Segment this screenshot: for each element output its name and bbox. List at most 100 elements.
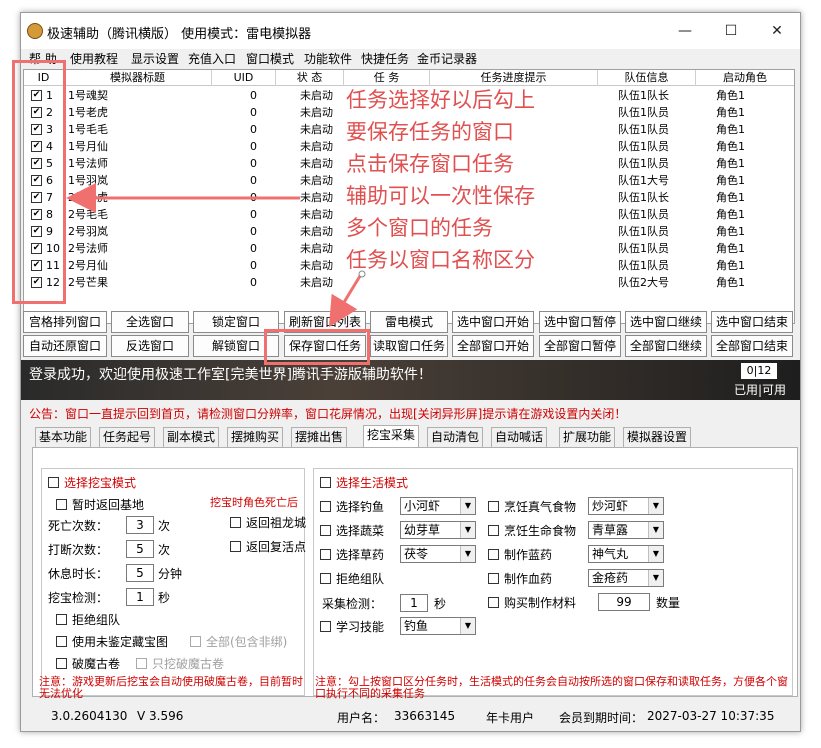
interrupt-count-input[interactable]: 5: [126, 540, 154, 558]
all-end-button[interactable]: 全部窗口结束: [711, 335, 793, 357]
invert-select-button[interactable]: 反选窗口: [111, 335, 189, 357]
cook-life-select[interactable]: 青草露 ▼: [588, 521, 664, 539]
back-revive-checkbox[interactable]: [230, 541, 241, 552]
menu-tutorial[interactable]: 使用教程: [70, 50, 118, 67]
herb-select[interactable]: 茯苓 ▼: [400, 545, 476, 563]
row-status: 未启动: [300, 259, 333, 272]
blood-med-select[interactable]: 金疮药 ▼: [588, 569, 664, 587]
cook-life-checkbox[interactable]: [488, 525, 499, 536]
learn-skill-value: 钓鱼: [404, 619, 429, 633]
tab-basic[interactable]: 基本功能: [35, 427, 92, 447]
col-title[interactable]: 模拟器标题: [64, 70, 212, 86]
tab-stall-buy[interactable]: 摆摊购买: [227, 427, 284, 447]
blood-med-checkbox[interactable]: [488, 573, 499, 584]
row-status: 未启动: [300, 106, 333, 119]
only-break-label: 只挖破魔古卷: [152, 657, 225, 671]
fish-checkbox[interactable]: [320, 501, 331, 512]
selected-start-button[interactable]: 选中窗口开始: [452, 311, 534, 333]
back-base-checkbox[interactable]: [56, 499, 67, 510]
herb-checkbox[interactable]: [320, 549, 331, 560]
chevron-down-icon: ▼: [648, 546, 663, 562]
tab-dungeon[interactable]: 副本模式: [163, 427, 220, 447]
collect-detect-input[interactable]: 1: [400, 594, 428, 612]
cook-life-label: 烹饪生命食物: [504, 524, 577, 538]
menu-software[interactable]: 功能软件: [304, 50, 352, 67]
refuse-team-checkbox[interactable]: [56, 614, 67, 625]
col-uid[interactable]: UID: [212, 70, 276, 86]
death-count-input[interactable]: 3: [126, 516, 154, 534]
auto-restore-button[interactable]: 自动还原窗口: [23, 335, 107, 357]
col-status[interactable]: 状 态: [276, 70, 344, 86]
buy-material-checkbox[interactable]: [488, 597, 499, 608]
tab-stall-sell[interactable]: 摆摊出售: [291, 427, 348, 447]
row-role: 角色1: [716, 276, 745, 289]
blue-med-checkbox[interactable]: [488, 549, 499, 560]
selected-continue-button[interactable]: 选中窗口继续: [625, 311, 707, 333]
banner-text: 登录成功，欢迎使用极速工作室[完美世界]腾讯手游版辅助软件！: [29, 367, 432, 383]
life-mode-label: 选择生活模式: [336, 476, 409, 490]
break-scroll-checkbox[interactable]: [56, 658, 67, 669]
selected-end-button[interactable]: 选中窗口结束: [711, 311, 793, 333]
row-team: 队伍1队员: [618, 157, 669, 170]
treasure-mode-checkbox[interactable]: [48, 477, 59, 488]
row-role: 角色1: [716, 106, 745, 119]
life-refuse-team-checkbox[interactable]: [320, 573, 331, 584]
learn-skill-select[interactable]: 钓鱼 ▼: [400, 617, 476, 635]
buy-material-input[interactable]: 99: [598, 593, 650, 611]
life-mode-checkbox[interactable]: [320, 477, 331, 488]
all-start-button[interactable]: 全部窗口开始: [452, 335, 534, 357]
only-break-checkbox[interactable]: [136, 658, 147, 669]
row-uid: 0: [250, 123, 257, 136]
blood-med-value: 金疮药: [592, 571, 629, 585]
row-title: 2号月仙: [68, 259, 108, 272]
cook-qi-select[interactable]: 炒河虾 ▼: [588, 497, 664, 515]
tab-auto-clean[interactable]: 自动清包: [427, 427, 484, 447]
row-status: 未启动: [300, 89, 333, 102]
menu-quick-task[interactable]: 快捷任务: [361, 50, 409, 67]
rest-time-input[interactable]: 5: [126, 564, 154, 582]
buy-material-unit: 数量: [656, 596, 681, 610]
all-pause-button[interactable]: 全部窗口暂停: [539, 335, 621, 357]
chevron-down-icon: ▼: [460, 498, 475, 514]
menu-window-mode[interactable]: 窗口模式: [246, 50, 294, 67]
veg-select[interactable]: 幼芽草 ▼: [400, 521, 476, 539]
blue-med-value: 神气丸: [592, 547, 629, 561]
maximize-button[interactable]: ☐: [708, 13, 754, 49]
menu-recharge[interactable]: 充值入口: [188, 50, 236, 67]
load-window-task-button[interactable]: 读取窗口任务: [370, 335, 448, 357]
tab-treasure[interactable]: 挖宝采集: [363, 425, 420, 447]
use-unknown-map-checkbox[interactable]: [56, 636, 67, 647]
all-bind-checkbox[interactable]: [190, 636, 201, 647]
status-bar: 3.0.2604130 V 3.596 用户名： 33663145 年卡用户 会…: [21, 703, 800, 731]
row-uid: 0: [250, 276, 257, 289]
tab-emulator-settings[interactable]: 模拟器设置: [623, 427, 692, 447]
veg-checkbox[interactable]: [320, 525, 331, 536]
fish-select[interactable]: 小河虾 ▼: [400, 497, 476, 515]
blue-med-select[interactable]: 神气丸 ▼: [588, 545, 664, 563]
grid-arrange-button[interactable]: 宫格排列窗口: [23, 311, 107, 333]
tab-panel-treasure: 选择挖宝模式 暂时返回基地 挖宝时角色死亡后 死亡次数： 3 次 返回祖龙城 打…: [32, 447, 798, 700]
rest-time-label: 休息时长：: [48, 567, 109, 581]
col-role[interactable]: 启动角色: [696, 70, 794, 86]
learn-skill-checkbox[interactable]: [320, 621, 331, 632]
row-role: 角色1: [716, 259, 745, 272]
tab-task-start[interactable]: 任务起号: [99, 427, 156, 447]
treasure-detect-unit: 秒: [158, 591, 171, 605]
back-city-checkbox[interactable]: [230, 517, 241, 528]
menu-display[interactable]: 显示设置: [131, 50, 179, 67]
tab-extension[interactable]: 扩展功能: [559, 427, 616, 447]
row-team: 队伍1队员: [618, 225, 669, 238]
close-button[interactable]: ✕: [754, 13, 800, 49]
treasure-detect-input[interactable]: 1: [126, 588, 154, 606]
life-refuse-team-label: 拒绝组队: [336, 572, 385, 586]
leidian-mode-button[interactable]: 雷电模式: [370, 311, 448, 333]
cook-qi-checkbox[interactable]: [488, 501, 499, 512]
minimize-button[interactable]: —: [662, 13, 708, 49]
col-team[interactable]: 队伍信息: [598, 70, 696, 86]
select-all-button[interactable]: 全选窗口: [111, 311, 189, 333]
all-continue-button[interactable]: 全部窗口继续: [625, 335, 707, 357]
tab-auto-shout[interactable]: 自动喊话: [491, 427, 548, 447]
selected-pause-button[interactable]: 选中窗口暂停: [539, 311, 621, 333]
table-row[interactable]: ✔ 12 2号芒果 0 未启动 队伍2大号 角色1: [24, 274, 794, 291]
menu-gold-record[interactable]: 金币记录器: [417, 50, 477, 67]
